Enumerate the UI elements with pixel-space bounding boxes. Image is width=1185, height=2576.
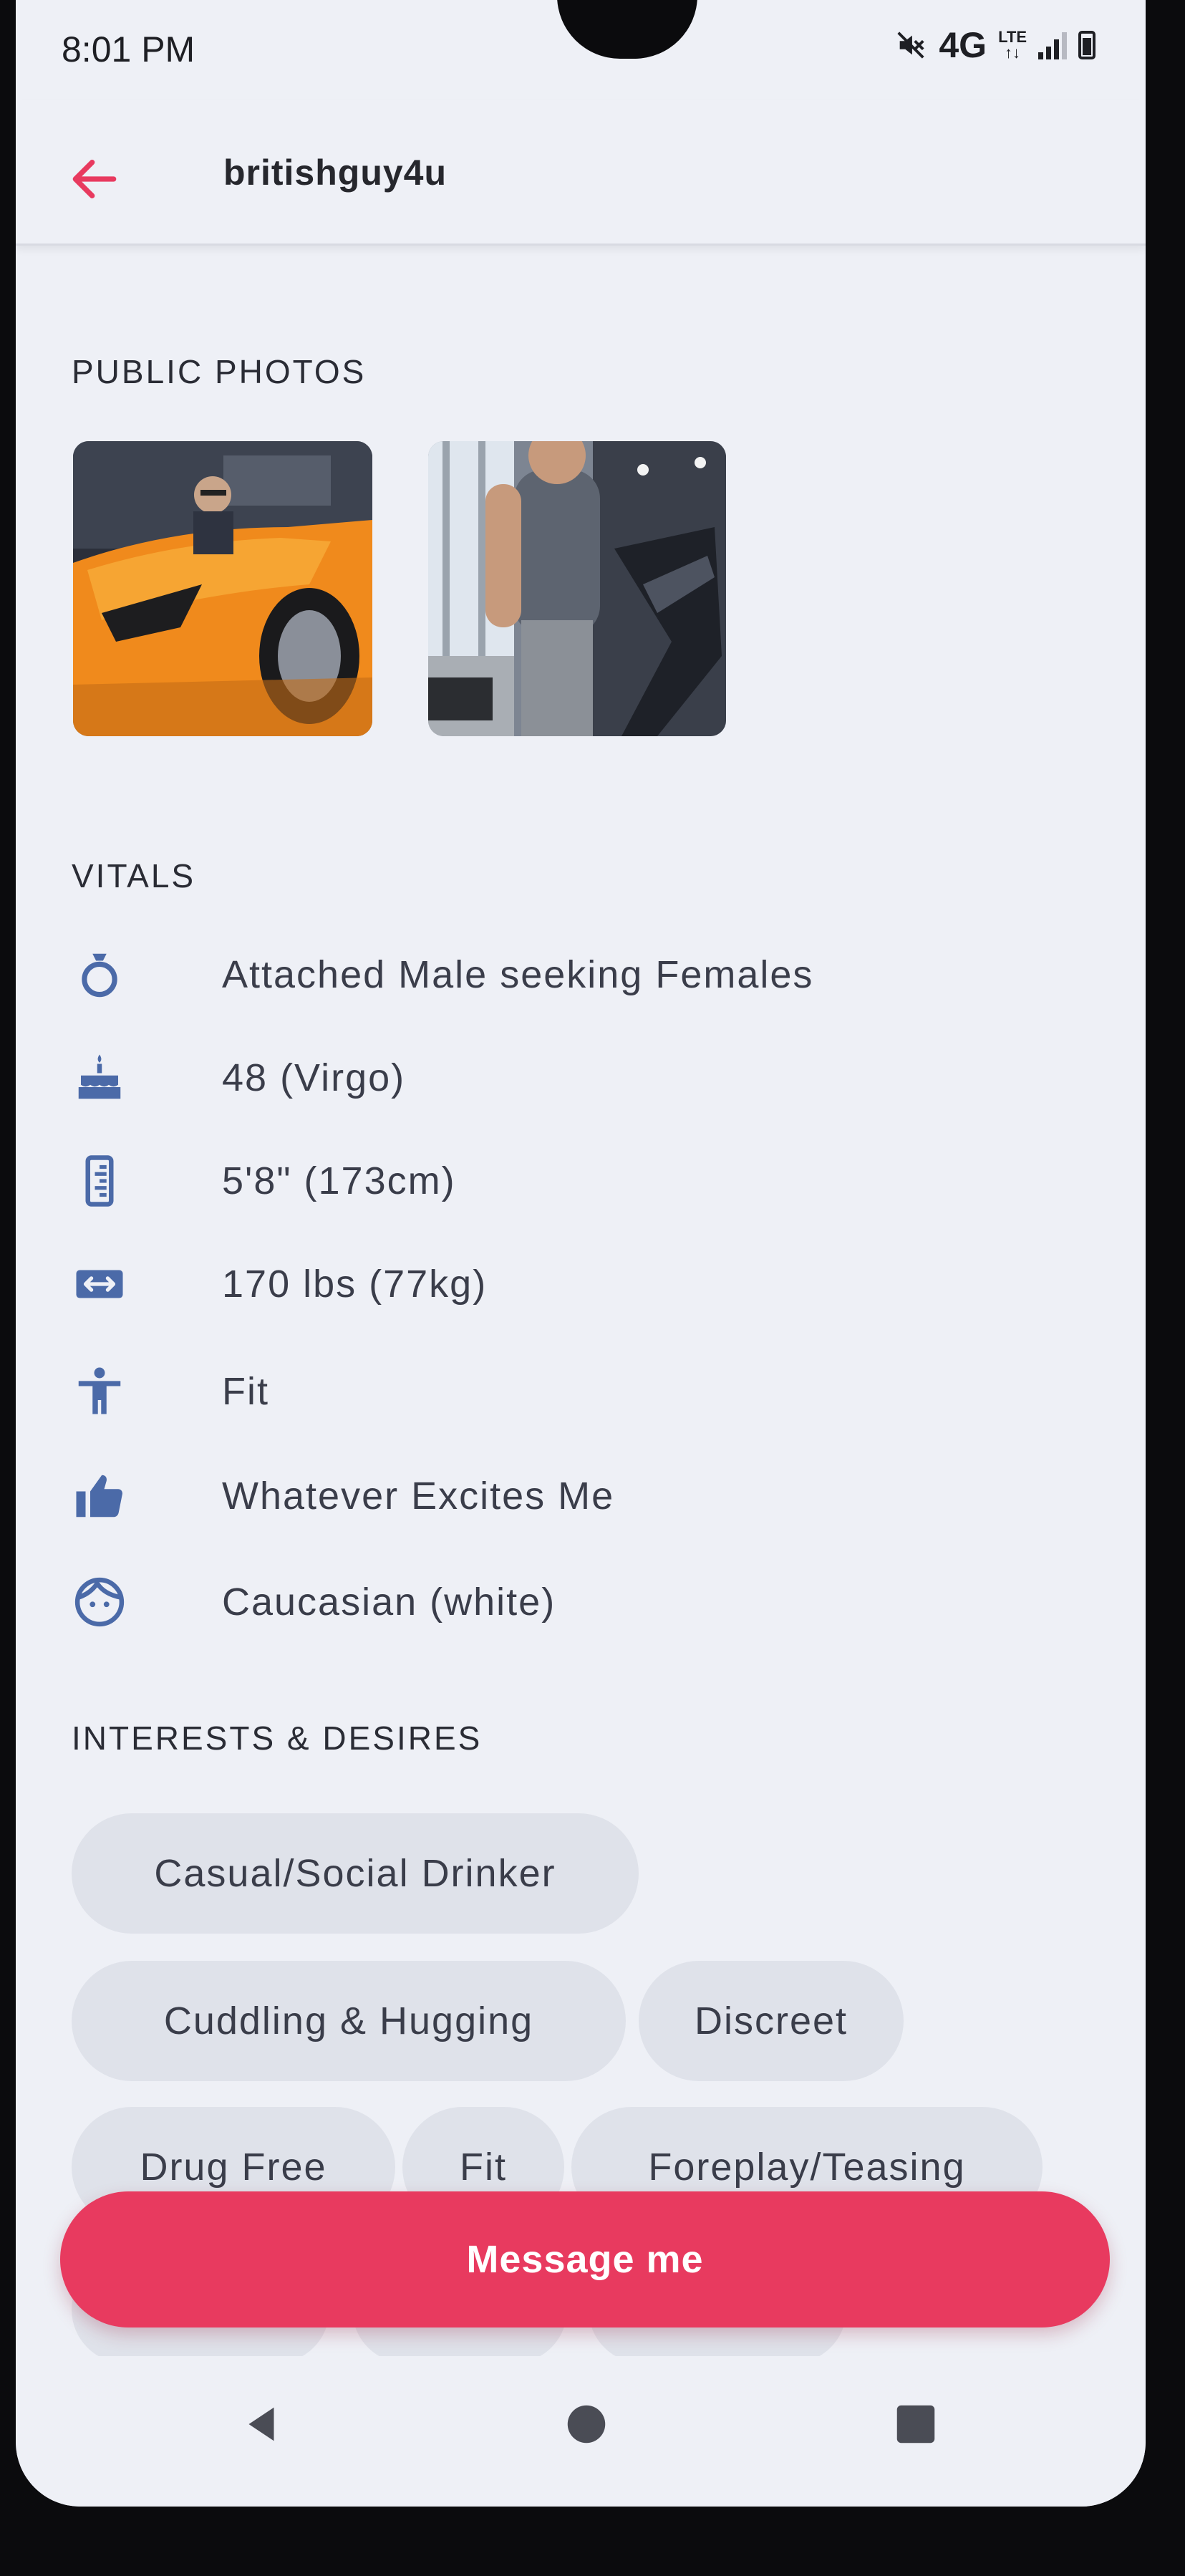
public-photo-1[interactable]: [73, 441, 372, 736]
vital-row-preference: Whatever Excites Me: [16, 1457, 1146, 1535]
section-title-vitals: VITALS: [72, 857, 196, 894]
interest-chip[interactable]: Discreet: [639, 1961, 904, 2081]
sports-car-photo: [73, 441, 372, 736]
status-bar: 8:01 PM 4G LTE ↑↓: [16, 0, 1146, 100]
android-nav-bar: [16, 2356, 1146, 2507]
profile-username: britishguy4u: [223, 153, 448, 193]
thumbs-up-icon: [76, 1475, 122, 1518]
back-arrow-icon[interactable]: [66, 150, 123, 208]
vital-text: 5'8" (173cm): [222, 1159, 456, 1202]
interest-chip[interactable]: Cuddling & Hugging: [72, 1961, 626, 2081]
vital-row-relationship: Attached Male seeking Females: [16, 935, 1146, 1014]
status-icons: 4G LTE ↑↓: [894, 24, 1095, 66]
person-icon: [78, 1367, 121, 1414]
network-sub: LTE ↑↓: [998, 28, 1027, 62]
vital-text: Caucasian (white): [222, 1581, 556, 1624]
ruler-icon: [85, 1155, 114, 1207]
section-title-public-photos: PUBLIC PHOTOS: [72, 353, 367, 390]
vital-row-ethnicity: Caucasian (white): [16, 1563, 1146, 1641]
vital-row-height: 5'8" (173cm): [16, 1142, 1146, 1220]
network-type: 4G: [939, 25, 987, 65]
vital-text: Attached Male seeking Females: [222, 953, 814, 996]
public-photo-2[interactable]: [428, 441, 726, 736]
vital-text: 170 lbs (77kg): [222, 1263, 488, 1306]
mute-icon: [897, 32, 924, 59]
vital-text: Whatever Excites Me: [222, 1475, 615, 1518]
phone-screen: 8:01 PM 4G LTE ↑↓ britishguy4u PUBLIC PHO…: [16, 0, 1146, 2507]
battery-icon: [1078, 31, 1095, 59]
signal-icon: [1038, 31, 1067, 59]
gym-photo: [428, 441, 726, 736]
section-title-interests: INTERESTS & DESIRES: [72, 1719, 483, 1757]
app-header: britishguy4u: [16, 100, 1146, 246]
nav-recents-icon[interactable]: [891, 2399, 941, 2449]
ring-icon: [82, 953, 117, 998]
nav-home-icon[interactable]: [561, 2399, 611, 2449]
face-icon: [74, 1577, 125, 1627]
message-me-button[interactable]: Message me: [60, 2191, 1110, 2327]
vital-row-age: 48 (Virgo): [16, 1038, 1146, 1117]
nav-back-icon[interactable]: [236, 2399, 286, 2449]
interest-chip[interactable]: Casual/Social Drinker: [72, 1813, 639, 1934]
vital-text: 48 (Virgo): [222, 1056, 406, 1099]
width-arrows-icon: [76, 1270, 123, 1298]
vital-text: Fit: [222, 1370, 269, 1413]
cake-icon: [78, 1054, 121, 1099]
status-time: 8:01 PM: [62, 29, 195, 69]
vital-row-body-type: Fit: [16, 1352, 1146, 1431]
vital-row-weight: 170 lbs (77kg): [16, 1245, 1146, 1323]
